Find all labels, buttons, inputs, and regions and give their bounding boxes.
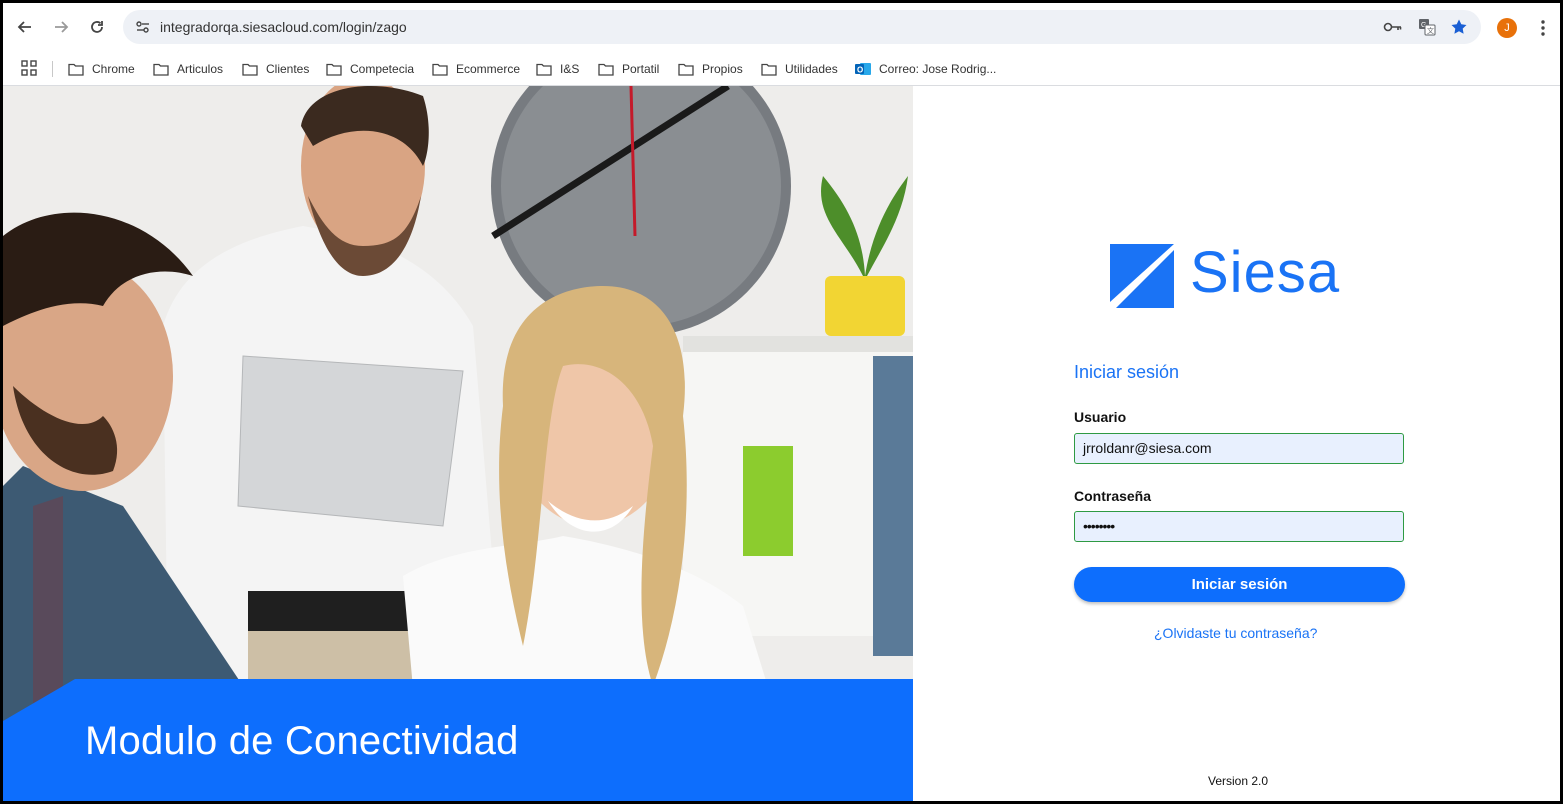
bookmarks-bar: Chrome Articulos Clientes Competecia Eco… [3,51,1560,86]
siesa-logo-icon [1110,244,1174,308]
apps-grid-icon[interactable] [21,60,37,81]
bookmark-label: Utilidades [785,62,838,76]
folder-icon [68,63,84,76]
back-icon[interactable] [13,15,37,39]
folder-icon [432,63,448,76]
forgot-password-link[interactable]: ¿Olvidaste tu contraseña? [1154,625,1317,641]
login-panel: Siesa Iniciar sesión Usuario jrroldanr@s… [913,86,1560,801]
bookmarks-divider [52,61,53,77]
bookmark-label: Articulos [177,62,224,76]
password-label: Contraseña [1074,488,1152,504]
bookmark-folder-competecia[interactable]: Competecia [326,59,414,79]
bookmark-folder-clientes[interactable]: Clientes [242,59,309,79]
site-settings-icon[interactable] [135,19,151,40]
more-menu-icon[interactable] [1535,17,1551,39]
password-input[interactable]: •••••••• [1074,511,1404,542]
bookmark-label: Correo: Jose Rodrig... [879,62,997,76]
address-bar[interactable]: integradorqa.siesacloud.com/login/zago G… [123,10,1481,44]
reload-icon[interactable] [85,15,109,39]
username-label: Usuario [1074,409,1127,425]
outlook-icon: O [855,63,871,75]
forward-icon[interactable] [49,15,73,39]
bookmark-folder-portatil[interactable]: Portatil [598,59,659,79]
folder-icon [536,63,552,76]
version-label: Version 2.0 [1208,774,1269,788]
page-content: Modulo de Conectividad Siesa Iniciar ses… [3,86,1560,801]
svg-text:文: 文 [1427,26,1434,35]
hero-photo: Modulo de Conectividad [3,86,913,801]
bookmark-label: Chrome [92,62,135,76]
login-submit-button[interactable]: Iniciar sesión [1074,567,1405,602]
folder-icon [326,63,342,76]
folder-icon [242,63,258,76]
url-text[interactable]: integradorqa.siesacloud.com/login/zago [160,19,407,35]
browser-window: integradorqa.siesacloud.com/login/zago G… [3,3,1560,801]
bookmark-folder-is[interactable]: I&S [536,59,579,79]
bookmark-folder-chrome[interactable]: Chrome [68,59,135,79]
bookmark-label: I&S [560,62,580,76]
bookmark-folder-ecommerce[interactable]: Ecommerce [432,59,520,79]
browser-toolbar: integradorqa.siesacloud.com/login/zago G… [3,3,1560,51]
svg-text:O: O [857,66,863,75]
banner-title: Modulo de Conectividad [85,719,519,763]
password-key-icon[interactable] [1383,18,1403,36]
profile-avatar[interactable]: J [1497,18,1517,38]
bookmark-label: Ecommerce [456,62,521,76]
bookmark-folder-articulos[interactable]: Articulos [153,59,223,79]
folder-icon [678,63,694,76]
folder-icon [761,63,777,76]
bookmark-label: Propios [702,62,743,76]
login-title: Iniciar sesión [1074,362,1180,382]
bookmark-label: Competecia [350,62,415,76]
username-input[interactable]: jrroldanr@siesa.com [1074,433,1404,464]
bookmark-outlook-mail[interactable]: O Correo: Jose Rodrig... [855,59,996,79]
bookmark-label: Portatil [622,62,660,76]
office-team-illustration [3,86,913,801]
bookmark-folder-propios[interactable]: Propios [678,59,743,79]
translate-icon[interactable]: G文 [1417,18,1437,36]
folder-icon [598,63,614,76]
folder-icon [153,63,169,76]
bookmark-folder-utilidades[interactable]: Utilidades [761,59,838,79]
bookmark-star-icon[interactable] [1449,18,1469,36]
bookmark-label: Clientes [266,62,310,76]
siesa-logo-text: Siesa [1190,240,1341,305]
